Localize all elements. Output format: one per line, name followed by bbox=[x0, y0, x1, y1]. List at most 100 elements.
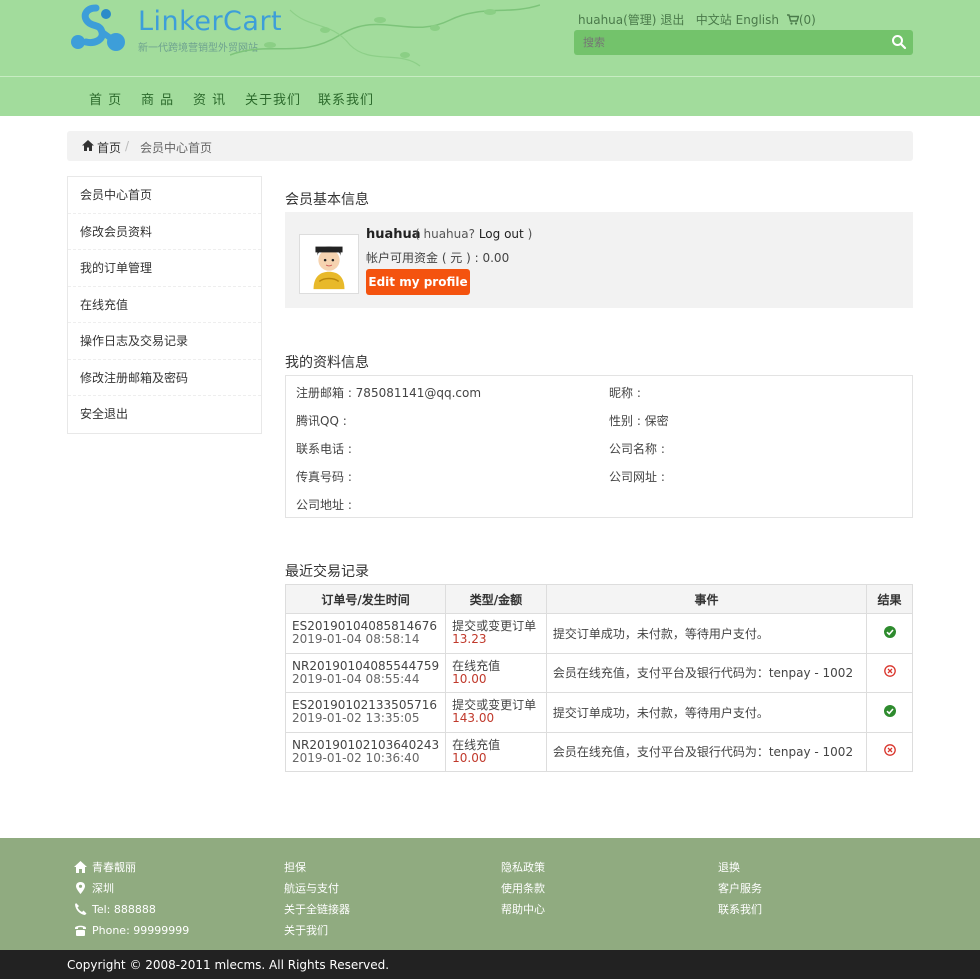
logout-link[interactable]: Log out bbox=[479, 227, 524, 241]
username: huahua bbox=[366, 227, 421, 242]
col-event: 事件 bbox=[545, 584, 868, 614]
order-cell: ES20190102133505716 2019-01-02 13:35:05 bbox=[284, 692, 447, 733]
vine-decoration bbox=[230, 4, 540, 67]
nav-home[interactable]: 首 页 bbox=[89, 89, 122, 108]
sidebar-item-logs[interactable]: 操作日志及交易记录 bbox=[68, 323, 261, 360]
footer-contact-tel-text: Tel: 888888 bbox=[92, 903, 156, 916]
logout-prompt: ( huahua? Log out ) bbox=[415, 227, 532, 241]
footer-link[interactable]: 航运与支付 bbox=[284, 881, 350, 902]
footer-contact-name: 青春靓丽 bbox=[74, 860, 189, 881]
type-cell: 提交或变更订单 13.23 bbox=[445, 613, 547, 654]
logout-prompt-open: ( huahua? bbox=[415, 227, 475, 241]
result-cell bbox=[866, 613, 913, 654]
tx-amount: 10.00 bbox=[452, 750, 487, 765]
transactions-table: 订单号/发生时间 类型/金额 事件 结果 ES20190104085814676… bbox=[284, 584, 913, 772]
footer-links-4: 退换 客户服务 联系我们 bbox=[718, 860, 762, 923]
profile-address: 公司地址 : bbox=[296, 498, 352, 512]
sidebar-item-recharge[interactable]: 在线充值 bbox=[68, 287, 261, 323]
event-cell: 会员在线充值，支付平台及银行代码为：tenpay - 1002 bbox=[545, 652, 868, 693]
tx-amount: 13.23 bbox=[452, 632, 487, 647]
transactions-title: 最近交易记录 bbox=[285, 564, 369, 580]
sidebar-item-logout[interactable]: 安全退出 bbox=[68, 396, 261, 433]
footer-contact-tel: Tel: 888888 bbox=[74, 902, 189, 923]
home-icon bbox=[74, 861, 87, 873]
logout-link[interactable]: 退出 bbox=[660, 13, 684, 27]
success-icon bbox=[883, 704, 896, 717]
nav-products[interactable]: 商 品 bbox=[141, 89, 174, 108]
table-row: NR20190104085544759 2019-01-04 08:55:44 在… bbox=[284, 652, 913, 693]
footer-contact-location: 深圳 bbox=[74, 881, 189, 902]
profile-gender: 性别 : 保密 bbox=[609, 414, 669, 428]
footer-links-3: 隐私政策 使用条款 帮助中心 bbox=[501, 860, 545, 923]
main-nav: 首 页 商 品 资 讯 关于我们 联系我们 bbox=[0, 78, 980, 116]
cart-icon bbox=[786, 14, 800, 25]
map-marker-icon bbox=[76, 882, 85, 894]
nav-contact[interactable]: 联系我们 bbox=[318, 89, 374, 108]
site-footer: 青春靓丽 深圳 Tel: 888888 Phone: 99999999 担保 航… bbox=[0, 838, 980, 950]
top-links: huahua(管理) 退出 中文站 English (0) bbox=[578, 11, 816, 28]
tx-amount: 10.00 bbox=[452, 671, 487, 686]
footer-contact-phone: Phone: 99999999 bbox=[74, 923, 189, 944]
search-bar bbox=[574, 30, 913, 55]
footer-contact-name-text: 青春靓丽 bbox=[92, 861, 136, 874]
sidebar-item-member-home[interactable]: 会员中心首页 bbox=[68, 177, 261, 214]
event-cell: 会员在线充值，支付平台及银行代码为：tenpay - 1002 bbox=[545, 731, 868, 772]
tx-amount: 143.00 bbox=[452, 711, 495, 726]
profile-website: 公司网址 : bbox=[609, 470, 665, 484]
footer-link[interactable]: 担保 bbox=[284, 860, 350, 881]
order-time: 2019-01-04 08:58:14 bbox=[292, 632, 420, 647]
avatar bbox=[299, 234, 359, 294]
footer-link[interactable]: 使用条款 bbox=[501, 881, 545, 902]
nav-news[interactable]: 资 讯 bbox=[193, 89, 226, 108]
order-number[interactable]: NR20190104085544759 bbox=[292, 659, 439, 673]
order-time: 2019-01-02 13:35:05 bbox=[292, 711, 420, 726]
col-type: 类型/金额 bbox=[445, 584, 547, 614]
footer-link[interactable]: 退换 bbox=[718, 860, 762, 881]
search-input[interactable] bbox=[583, 36, 863, 49]
lang-en-link[interactable]: English bbox=[736, 13, 779, 27]
lang-cn-link[interactable]: 中文站 bbox=[696, 13, 732, 27]
sidebar-item-email-password[interactable]: 修改注册邮箱及密码 bbox=[68, 360, 261, 396]
cart-link[interactable]: (0) bbox=[786, 13, 816, 27]
cart-count: 0 bbox=[803, 13, 812, 27]
nav-about[interactable]: 关于我们 bbox=[245, 89, 301, 108]
sidebar-item-orders[interactable]: 我的订单管理 bbox=[68, 250, 261, 287]
fail-icon bbox=[883, 665, 896, 678]
footer-contact: 青春靓丽 深圳 Tel: 888888 Phone: 99999999 bbox=[74, 860, 189, 944]
type-cell: 在线充值 10.00 bbox=[445, 652, 547, 693]
profile-phone: 联系电话 : bbox=[296, 442, 352, 456]
logo-mark-icon bbox=[71, 4, 125, 51]
order-number[interactable]: NR20190102103640243 bbox=[292, 738, 439, 752]
footer-link[interactable]: 关于我们 bbox=[284, 923, 350, 944]
edit-profile-button[interactable]: Edit my profile bbox=[366, 269, 470, 295]
footer-links-2: 担保 航运与支付 关于全链接器 关于我们 bbox=[284, 860, 350, 944]
profile-info-box: 注册邮箱 : 785081141@qq.com 昵称 : 腾讯QQ : 性别 :… bbox=[285, 375, 913, 518]
fail-icon bbox=[883, 744, 896, 757]
order-cell: NR20190104085544759 2019-01-04 08:55:44 bbox=[284, 652, 447, 693]
table-header-row: 订单号/发生时间 类型/金额 事件 结果 bbox=[284, 584, 913, 614]
profile-email: 注册邮箱 : 785081141@qq.com bbox=[296, 386, 482, 400]
copyright-bar: Copyright © 2008-2011 mlecms. All Rights… bbox=[0, 950, 980, 979]
result-cell bbox=[866, 692, 913, 733]
event-cell: 提交订单成功，未付款，等待用户支付。 bbox=[545, 613, 868, 654]
member-sidebar: 会员中心首页 修改会员资料 我的订单管理 在线充值 操作日志及交易记录 修改注册… bbox=[67, 176, 262, 434]
table-row: ES20190102133505716 2019-01-02 13:35:05 提… bbox=[284, 692, 913, 733]
footer-contact-phone-text: Phone: 99999999 bbox=[92, 924, 190, 937]
user-link[interactable]: huahua(管理) bbox=[578, 13, 657, 27]
home-icon bbox=[82, 140, 94, 151]
footer-link[interactable]: 客户服务 bbox=[718, 881, 762, 902]
telephone-icon bbox=[75, 925, 86, 936]
footer-link[interactable]: 帮助中心 bbox=[501, 902, 545, 923]
type-cell: 提交或变更订单 143.00 bbox=[445, 692, 547, 733]
profile-nickname: 昵称 : bbox=[609, 386, 641, 400]
footer-link[interactable]: 联系我们 bbox=[718, 902, 762, 923]
breadcrumb-home[interactable]: 首页 bbox=[97, 139, 121, 156]
profile-fax: 传真号码 : bbox=[296, 470, 352, 484]
footer-link[interactable]: 隐私政策 bbox=[501, 860, 545, 881]
sidebar-item-edit-profile[interactable]: 修改会员资料 bbox=[68, 214, 261, 250]
result-cell bbox=[866, 652, 913, 693]
footer-link[interactable]: 关于全链接器 bbox=[284, 902, 350, 923]
search-icon[interactable] bbox=[891, 34, 907, 50]
order-time: 2019-01-04 08:55:44 bbox=[292, 671, 420, 686]
breadcrumb: 首页 / 会员中心首页 bbox=[67, 131, 913, 161]
